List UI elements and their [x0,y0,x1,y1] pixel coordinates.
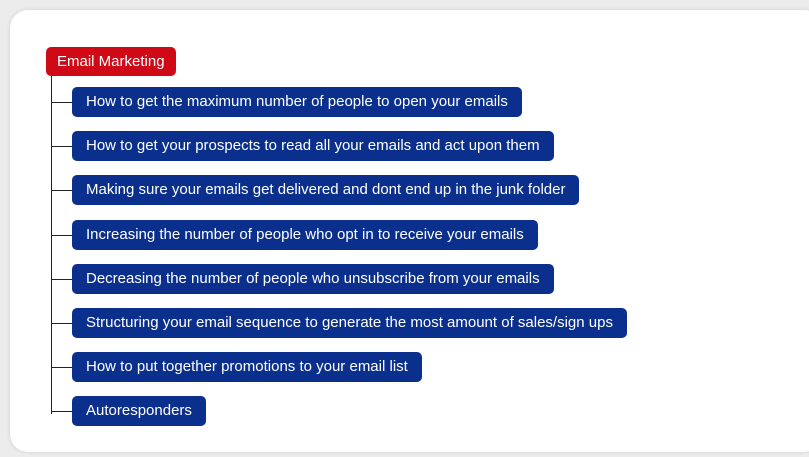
node-autoresponders: Autoresponders [72,396,206,426]
root-node-email-marketing: Email Marketing [46,47,176,76]
connector-branch [51,190,73,191]
connector-branch [51,146,73,147]
node-read-emails: How to get your prospects to read all yo… [72,131,554,161]
node-opt-in: Increasing the number of people who opt … [72,220,538,250]
connector-trunk [51,76,52,414]
connector-branch [51,323,73,324]
node-email-sequence: Structuring your email sequence to gener… [72,308,627,338]
connector-branch [51,279,73,280]
connector-branch [51,102,73,103]
node-deliverability: Making sure your emails get delivered an… [72,175,580,205]
connector-branch [51,235,73,236]
node-unsubscribe: Decreasing the number of people who unsu… [72,264,554,294]
connector-branch [51,367,73,368]
connector-branch [51,411,73,412]
node-promotions: How to put together promotions to your e… [72,352,422,382]
node-open-emails: How to get the maximum number of people … [72,87,522,117]
